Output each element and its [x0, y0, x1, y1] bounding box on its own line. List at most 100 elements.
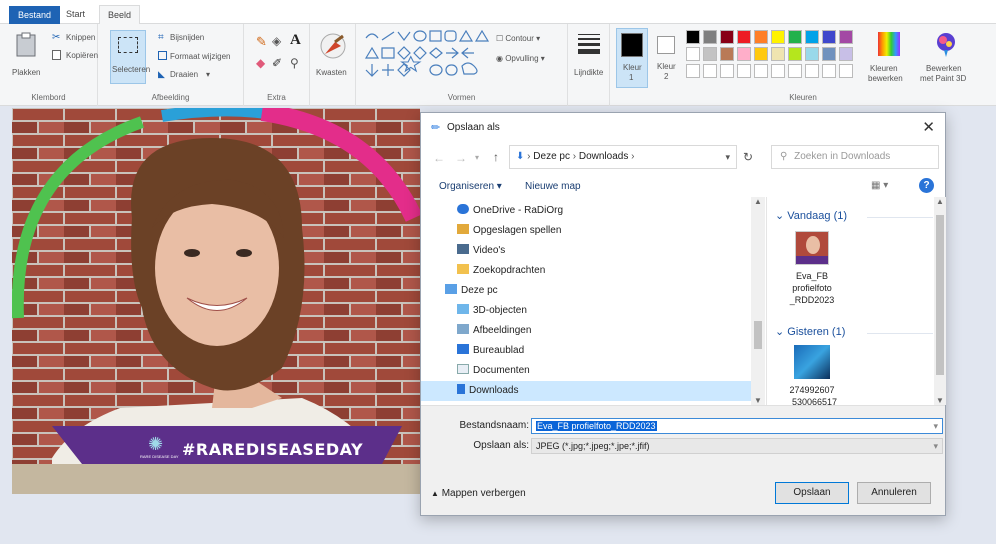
resize-button[interactable]: Formaat wijzigen: [158, 51, 242, 64]
palette-swatch[interactable]: [822, 30, 836, 44]
palette-swatch-empty[interactable]: [771, 64, 785, 78]
canvas-image[interactable]: #RAREDISEASEDAY ✺ RARE DISEASE DAY: [12, 108, 420, 494]
nav-item-desktop[interactable]: Bureaublad: [457, 341, 524, 361]
nav-item-saved-games[interactable]: Opgeslagen spellen: [457, 221, 561, 241]
nav-label: OneDrive - RaDiOrg: [473, 205, 564, 216]
palette-swatch-empty[interactable]: [703, 64, 717, 78]
save-button[interactable]: Opslaan: [775, 482, 849, 504]
nav-item-searches[interactable]: Zoekopdrachten: [457, 261, 545, 281]
palette-swatch[interactable]: [686, 30, 700, 44]
palette-swatch[interactable]: [839, 30, 853, 44]
group-yesterday-header[interactable]: ⌄ Gisteren (1): [775, 325, 845, 338]
savetype-select[interactable]: JPEG (*.jpg;*.jpeg;*.jpe;*.jfif) ▾: [531, 438, 943, 454]
nav-item-pictures[interactable]: Afbeeldingen: [457, 321, 531, 341]
nav-item-this-pc[interactable]: Deze pc: [445, 281, 498, 301]
close-icon[interactable]: ✕: [922, 118, 935, 136]
palette-swatch[interactable]: [754, 30, 768, 44]
color2-button[interactable]: Kleur 2: [652, 28, 682, 88]
view-options-icon[interactable]: ▦ ▾: [871, 180, 888, 191]
palette-swatch[interactable]: [771, 30, 785, 44]
address-dropdown-icon[interactable]: ▾: [725, 146, 730, 168]
organize-button[interactable]: Organiseren ▾: [439, 181, 502, 192]
nav-item-videos[interactable]: Video's: [457, 241, 505, 261]
palette-swatch-empty[interactable]: [805, 64, 819, 78]
palette-swatch-empty[interactable]: [686, 64, 700, 78]
palette-swatch[interactable]: [703, 30, 717, 44]
scroll-thumb[interactable]: [754, 321, 762, 349]
nav-item-3d-objects[interactable]: 3D-objecten: [457, 301, 527, 321]
palette-swatch[interactable]: [720, 47, 734, 61]
palette-swatch-empty[interactable]: [822, 64, 836, 78]
nav-scrollbar[interactable]: ▲ ▼: [751, 197, 765, 405]
palette-swatch[interactable]: [788, 30, 802, 44]
paste-button[interactable]: Plakken: [6, 30, 46, 80]
tab-start[interactable]: Start: [58, 5, 93, 24]
scroll-thumb[interactable]: [936, 215, 944, 375]
address-bar[interactable]: ⬇ › Deze pc › Downloads › ▾: [509, 145, 737, 169]
hide-folders-button[interactable]: ▲ Mappen verbergen: [431, 488, 526, 499]
breadcrumb-downloads[interactable]: Downloads: [579, 151, 628, 162]
forward-icon[interactable]: →: [455, 151, 467, 165]
palette-swatch[interactable]: [737, 47, 751, 61]
select-button[interactable]: Selecteren: [110, 30, 150, 84]
palette-swatch[interactable]: [686, 47, 700, 61]
palette-swatch-empty[interactable]: [788, 64, 802, 78]
help-icon[interactable]: ?: [919, 178, 934, 193]
outline-button[interactable]: ☐ Contour ▾: [496, 34, 540, 43]
palette-swatch[interactable]: [805, 47, 819, 61]
file-item-eva[interactable]: Eva_FB profielfoto _RDD2023: [787, 231, 837, 321]
files-scrollbar[interactable]: ▲ ▼: [934, 197, 946, 405]
size-button[interactable]: Lijndikte: [572, 30, 606, 84]
palette-swatch[interactable]: [703, 47, 717, 61]
breadcrumb-this-pc[interactable]: Deze pc: [533, 151, 570, 162]
image-caption: Afbeelding: [151, 93, 190, 102]
palette-swatch[interactable]: [788, 47, 802, 61]
palette-swatch-empty[interactable]: [754, 64, 768, 78]
copy-button[interactable]: Kopiëren: [52, 50, 98, 64]
cancel-button[interactable]: Annuleren: [857, 482, 931, 504]
fill-label: Opvulling: [505, 54, 539, 63]
shapes-gallery[interactable]: [364, 30, 494, 84]
fill-icon[interactable]: ◈: [272, 34, 281, 48]
pencil-icon[interactable]: ✎: [256, 34, 267, 50]
palette-swatch[interactable]: [754, 47, 768, 61]
filename-input[interactable]: Eva_FB profielfoto_RDD2023 ▾: [531, 418, 943, 434]
palette-swatch[interactable]: [839, 47, 853, 61]
palette-swatch-empty[interactable]: [839, 64, 853, 78]
crop-button[interactable]: ⌗ Bijsnijden: [158, 32, 238, 45]
palette-swatch[interactable]: [737, 30, 751, 44]
palette-swatch[interactable]: [805, 30, 819, 44]
filename-dropdown-icon[interactable]: ▾: [933, 419, 938, 433]
back-icon[interactable]: ←: [433, 151, 445, 165]
tab-file[interactable]: Bestand: [9, 6, 61, 24]
brushes-button[interactable]: Kwasten: [314, 30, 352, 84]
magnifier-icon[interactable]: ⚲: [290, 56, 299, 70]
new-folder-button[interactable]: Nieuwe map: [525, 181, 581, 192]
file-item-274992607[interactable]: 274992607 _530066517: [785, 345, 839, 405]
nav-item-downloads[interactable]: Downloads: [421, 381, 751, 401]
fill-button[interactable]: ◉ Opvulling ▾: [496, 54, 545, 63]
nav-item-documents[interactable]: Documenten: [457, 361, 530, 381]
color-picker-icon[interactable]: ✐: [272, 56, 282, 70]
shapes-caption: Vormen: [447, 93, 476, 102]
tab-view[interactable]: Beeld: [99, 5, 141, 24]
palette-swatch-empty[interactable]: [737, 64, 751, 78]
nav-item-onedrive[interactable]: OneDrive - RaDiOrg: [457, 201, 563, 221]
recent-dropdown-icon[interactable]: ▾: [475, 153, 479, 162]
refresh-icon[interactable]: ↻: [743, 150, 753, 164]
palette-swatch[interactable]: [720, 30, 734, 44]
group-today-header[interactable]: ⌄ Vandaag (1): [775, 209, 847, 222]
palette-swatch[interactable]: [822, 47, 836, 61]
color1-swatch: [621, 33, 643, 57]
edit-colors-button[interactable]: Kleuren bewerken: [868, 30, 908, 90]
paint3d-button[interactable]: Bewerken met Paint 3D: [920, 30, 974, 90]
palette-swatch[interactable]: [771, 47, 785, 61]
color1-button[interactable]: Kleur 1: [616, 28, 648, 88]
search-input[interactable]: ⚲ Zoeken in Downloads: [771, 145, 939, 169]
text-icon[interactable]: A: [290, 32, 301, 49]
eraser-icon[interactable]: ◆: [256, 56, 265, 70]
rotate-button[interactable]: ◣ Draaien ▾: [158, 69, 238, 82]
up-icon[interactable]: ↑: [493, 150, 499, 164]
cut-button[interactable]: ✂ Knippen: [52, 32, 96, 46]
palette-swatch-empty[interactable]: [720, 64, 734, 78]
